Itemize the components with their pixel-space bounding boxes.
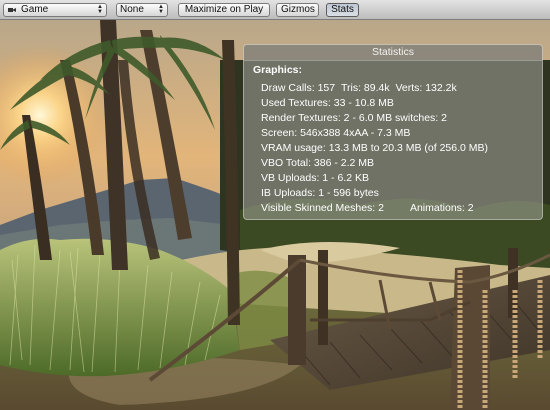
stats-line-draw-calls: Draw Calls: 157 Tris: 89.4k Verts: 132.2… xyxy=(261,82,457,95)
chevron-updown-icon: ▲ ▼ xyxy=(97,4,103,15)
game-view-toolbar: Game ▲ ▼ None ▲ ▼ Maximize on Play Gizmos … xyxy=(0,0,550,20)
statistics-panel: Statistics Graphics: Draw Calls: 157 Tri… xyxy=(243,44,543,220)
aspect-dropdown-value: Game xyxy=(21,4,49,15)
game-viewport[interactable]: Statistics Graphics: Draw Calls: 157 Tri… xyxy=(0,20,550,410)
scale-dropdown-value: None xyxy=(120,4,144,15)
verts-value: Verts: 132.2k xyxy=(395,82,457,94)
vb-uploads-value: VB Uploads: 1 - 6.2 KB xyxy=(261,172,369,184)
skinned-meshes-value: Visible Skinned Meshes: 2 xyxy=(261,202,384,214)
tris-value: Tris: 89.4k xyxy=(340,82,390,94)
stats-line-skinned: Visible Skinned Meshes: 2 Animations: 2 xyxy=(261,202,474,215)
aspect-dropdown[interactable]: Game ▲ ▼ xyxy=(3,3,107,17)
camera-icon xyxy=(8,8,16,12)
scale-dropdown[interactable]: None ▲ ▼ xyxy=(116,3,168,17)
draw-calls-value: Draw Calls: 157 xyxy=(261,82,336,94)
vram-usage-value: VRAM usage: 13.3 MB to 20.3 MB (of 256.0… xyxy=(261,142,489,154)
animations-value: Animations: 2 xyxy=(409,202,474,214)
statistics-title: Statistics xyxy=(244,45,542,61)
render-textures-value: Render Textures: 2 - 6.0 MB switches: 2 xyxy=(261,112,447,124)
ib-uploads-value: IB Uploads: 1 - 596 bytes xyxy=(261,187,379,199)
used-textures-value: Used Textures: 33 - 10.8 MB xyxy=(261,97,394,109)
gizmos-button[interactable]: Gizmos xyxy=(276,3,319,17)
vbo-total-value: VBO Total: 386 - 2.2 MB xyxy=(261,157,375,169)
graphics-heading: Graphics: xyxy=(253,64,303,76)
screen-value: Screen: 546x388 4xAA - 7.3 MB xyxy=(261,127,411,139)
stats-button[interactable]: Stats xyxy=(326,3,359,17)
maximize-on-play-button[interactable]: Maximize on Play xyxy=(178,3,270,17)
chevron-updown-icon: ▲ ▼ xyxy=(158,4,164,15)
